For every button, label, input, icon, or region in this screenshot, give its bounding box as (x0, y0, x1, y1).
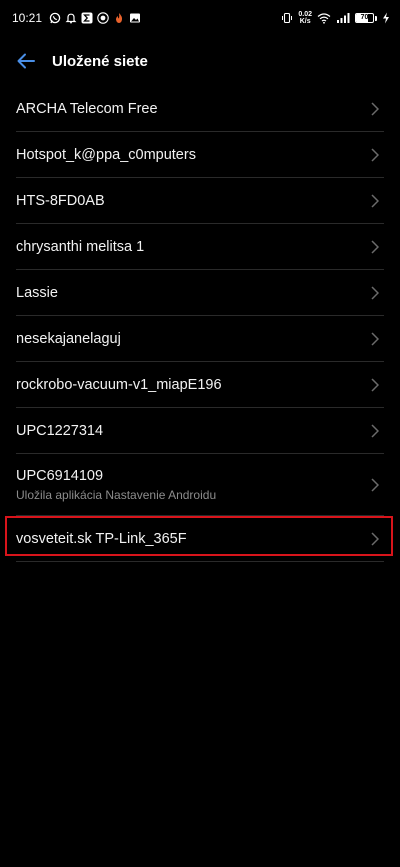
chevron-right-icon (370, 378, 380, 392)
network-subtitle: Uložila aplikácia Nastavenie Androidu (16, 488, 217, 502)
network-text: vosveteit.sk TP-Link_365F (16, 530, 370, 548)
battery-indicator: 70 (355, 13, 377, 23)
battery-body: 70 (355, 13, 374, 23)
network-item[interactable]: UPC6914109 Uložila aplikácia Nastavenie … (0, 454, 400, 516)
chevron-right-icon (370, 194, 380, 208)
network-name: nesekajanelaguj (16, 331, 121, 347)
back-button[interactable] (12, 47, 40, 75)
network-text: UPC1227314 (16, 422, 370, 440)
network-text: chrysanthi melitsa 1 (16, 238, 370, 256)
whatsapp-icon (49, 12, 61, 24)
battery-level: 70 (360, 14, 369, 21)
network-speed: 0.02 K/s (298, 11, 312, 25)
app-header: Uložené siete (0, 36, 400, 86)
network-text: ARCHA Telecom Free (16, 100, 370, 118)
network-item[interactable]: chrysanthi melitsa 1 (0, 224, 400, 270)
network-name: vosveteit.sk TP-Link_365F (16, 531, 187, 547)
network-name: chrysanthi melitsa 1 (16, 239, 145, 255)
network-item[interactable]: ARCHA Telecom Free (0, 86, 400, 132)
network-text: UPC6914109 Uložila aplikácia Nastavenie … (16, 467, 370, 503)
network-item[interactable]: Hotspot_k@ppa_c0mputers (0, 132, 400, 178)
arrow-left-icon (16, 51, 36, 71)
image-icon (129, 12, 141, 24)
network-name: UPC6914109 (16, 468, 104, 484)
vibrate-icon (281, 12, 293, 24)
network-name: rockrobo-vacuum-v1_miapE196 (16, 377, 222, 393)
network-text: Hotspot_k@ppa_c0mputers (16, 146, 370, 164)
wifi-icon (317, 12, 331, 24)
status-time: 10:21 (12, 11, 43, 25)
network-speed-unit: K/s (299, 18, 311, 25)
badge-icon (97, 12, 109, 24)
chevron-right-icon (370, 102, 380, 116)
chevron-right-icon (370, 332, 380, 346)
chevron-right-icon (370, 478, 380, 492)
network-item[interactable]: nesekajanelaguj (0, 316, 400, 362)
network-name: HTS-8FD0AB (16, 193, 105, 209)
bell-icon (65, 12, 77, 24)
network-item[interactable]: UPC1227314 (0, 408, 400, 454)
network-item[interactable]: Lassie (0, 270, 400, 316)
status-left: 10:21 (12, 11, 281, 25)
sigma-app-icon (81, 12, 93, 24)
network-name: UPC1227314 (16, 423, 104, 439)
network-text: rockrobo-vacuum-v1_miapE196 (16, 376, 370, 394)
chevron-right-icon (370, 424, 380, 438)
network-name: Lassie (16, 285, 58, 301)
saved-networks-list: ARCHA Telecom Free Hotspot_k@ppa_c0mpute… (0, 86, 400, 562)
network-name: Hotspot_k@ppa_c0mputers (16, 147, 196, 163)
battery-tip (375, 15, 377, 21)
status-right: 0.02 K/s 70 (281, 11, 390, 25)
signal-icon (336, 12, 350, 24)
status-bar: 10:21 0.02 K/s 70 (0, 0, 400, 36)
network-item[interactable]: HTS-8FD0AB (0, 178, 400, 224)
network-item-selected[interactable]: vosveteit.sk TP-Link_365F (0, 516, 400, 562)
fire-icon (113, 12, 125, 24)
charging-icon (382, 12, 390, 24)
page-title: Uložené siete (52, 52, 148, 70)
chevron-right-icon (370, 148, 380, 162)
chevron-right-icon (370, 532, 380, 546)
network-name: ARCHA Telecom Free (16, 101, 158, 117)
chevron-right-icon (370, 286, 380, 300)
chevron-right-icon (370, 240, 380, 254)
network-text: nesekajanelaguj (16, 330, 370, 348)
network-speed-value: 0.02 (298, 11, 312, 18)
network-text: HTS-8FD0AB (16, 192, 370, 210)
network-item[interactable]: rockrobo-vacuum-v1_miapE196 (0, 362, 400, 408)
network-text: Lassie (16, 284, 370, 302)
